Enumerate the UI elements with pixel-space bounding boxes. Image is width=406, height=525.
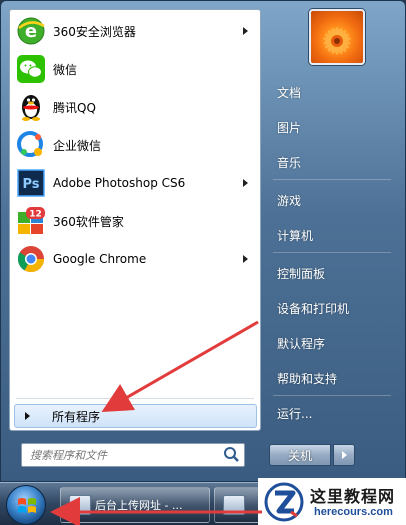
divider [273, 395, 391, 396]
user-avatar[interactable] [309, 9, 365, 65]
start-menu-right-pane: 文档 图片 音乐 游戏 计算机 控制面板 设备和打印机 默认程序 帮助和支持 运… [263, 1, 406, 483]
right-item-label: 运行... [277, 406, 313, 421]
search-box[interactable] [21, 443, 245, 467]
program-label: 360软件管家 [53, 214, 124, 229]
divider [273, 179, 391, 180]
program-item-wecom[interactable]: 企业微信 [10, 126, 260, 164]
right-item-run[interactable]: 运行... [269, 398, 399, 428]
right-item-label: 默认程序 [277, 336, 326, 351]
watermark-url: herecours.com [314, 506, 393, 518]
right-item-label: 控制面板 [277, 266, 326, 281]
watermark: 这里教程网 herecours.com [258, 478, 406, 525]
right-item-pictures[interactable]: 图片 [269, 112, 399, 142]
search-input[interactable] [30, 448, 222, 462]
divider [273, 252, 391, 253]
shutdown-label: 关机 [287, 448, 312, 463]
right-item-computer[interactable]: 计算机 [269, 220, 399, 250]
right-item-default-programs[interactable]: 默认程序 [269, 328, 399, 358]
right-item-control-panel[interactable]: 控制面板 [269, 258, 399, 288]
photoshop-icon: Ps [16, 168, 46, 198]
svg-text:12: 12 [29, 210, 42, 220]
search-icon[interactable] [222, 445, 242, 465]
right-item-label: 帮助和支持 [277, 371, 338, 386]
right-item-label: 音乐 [277, 155, 302, 170]
right-item-label: 计算机 [277, 228, 314, 243]
svg-text:Ps: Ps [22, 177, 39, 192]
windows-logo-icon [18, 498, 36, 513]
program-item-360-browser[interactable]: e 360安全浏览器 [10, 12, 260, 50]
taskbar-button-label: 后台上传网址 - ... [95, 499, 183, 512]
start-menu-left-pane: e 360安全浏览器 微信 腾讯QQ 企业微信 Ps Adobe Photosh… [9, 9, 261, 431]
chrome-icon [16, 244, 46, 274]
right-item-games[interactable]: 游戏 [269, 185, 399, 215]
program-label: Google Chrome [53, 252, 147, 266]
all-programs-label: 所有程序 [52, 409, 101, 424]
program-item-chrome[interactable]: Google Chrome [10, 240, 260, 278]
program-label: 微信 [53, 62, 78, 77]
submenu-arrow-icon[interactable] [243, 179, 248, 187]
wecom-icon [16, 130, 46, 160]
ie-style-browser-icon: e [16, 16, 46, 46]
shutdown-options-button[interactable] [333, 444, 355, 466]
program-item-qq[interactable]: 腾讯QQ [10, 88, 260, 126]
program-item-wechat[interactable]: 微信 [10, 50, 260, 88]
360-software-manager-icon: 12 [16, 206, 46, 236]
right-item-documents[interactable]: 文档 [269, 77, 399, 107]
right-item-devices-printers[interactable]: 设备和打印机 [269, 293, 399, 323]
divider [16, 398, 254, 399]
window-icon [223, 495, 245, 515]
right-item-label: 图片 [277, 120, 302, 135]
right-item-label: 设备和打印机 [277, 301, 350, 316]
program-item-photoshop[interactable]: Ps Adobe Photoshop CS6 [10, 164, 260, 202]
program-label: 腾讯QQ [53, 100, 96, 115]
right-item-label: 文档 [277, 85, 302, 100]
program-list: e 360安全浏览器 微信 腾讯QQ 企业微信 Ps Adobe Photosh… [10, 10, 260, 276]
program-label: Adobe Photoshop CS6 [53, 176, 186, 190]
watermark-title: 这里教程网 [310, 487, 396, 506]
program-label: 企业微信 [53, 138, 102, 153]
submenu-arrow-icon[interactable] [243, 255, 248, 263]
qq-penguin-icon [16, 92, 46, 122]
flower-picture-icon [323, 27, 351, 55]
shutdown-button[interactable]: 关机 [269, 444, 331, 466]
taskbar-window-button[interactable]: 后台上传网址 - ... [60, 487, 210, 523]
expand-arrow-icon [25, 412, 30, 420]
program-label: 360安全浏览器 [53, 24, 136, 39]
right-item-help-support[interactable]: 帮助和支持 [269, 363, 399, 393]
all-programs-button[interactable]: 所有程序 [14, 404, 257, 428]
site-logo-icon [264, 482, 304, 522]
submenu-arrow-icon[interactable] [243, 27, 248, 35]
wechat-icon [16, 54, 46, 84]
start-menu: e 360安全浏览器 微信 腾讯QQ 企业微信 Ps Adobe Photosh… [0, 0, 406, 482]
right-item-label: 游戏 [277, 193, 302, 208]
program-item-360-software-manager[interactable]: 12 360软件管家 [10, 202, 260, 240]
window-icon [69, 495, 91, 515]
start-button[interactable] [6, 485, 46, 525]
right-item-music[interactable]: 音乐 [269, 147, 399, 177]
